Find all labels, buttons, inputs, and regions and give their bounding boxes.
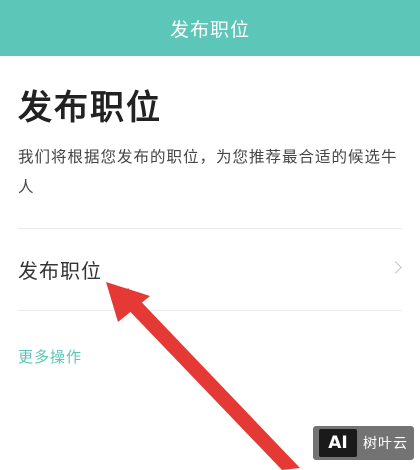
chevron-right-icon (389, 261, 402, 274)
page-description: 我们将根据您发布的职位，为您推荐最合适的候选牛人 (18, 148, 398, 196)
watermark-logo: AI (319, 429, 357, 457)
arrow-shaft (119, 288, 300, 470)
more-actions-link[interactable]: 更多操作 (18, 346, 82, 367)
post-job-row-label: 发布职位 (18, 259, 102, 283)
watermark-text: 树叶云 (363, 436, 408, 452)
watermark: AI 树叶云 (313, 426, 414, 460)
title-bar: 发布职位 (0, 0, 420, 56)
post-job-row[interactable]: 发布职位 (0, 229, 420, 310)
title-bar-title: 发布职位 (169, 18, 250, 41)
divider (18, 310, 402, 311)
page-heading: 发布职位 (18, 88, 162, 128)
